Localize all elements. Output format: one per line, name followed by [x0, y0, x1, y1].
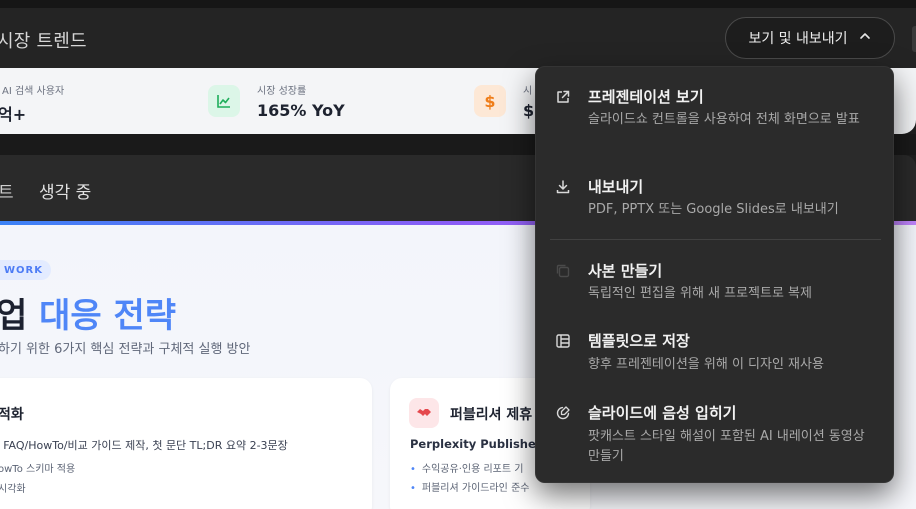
- chevron-up-icon: [858, 29, 872, 47]
- tab-previous[interactable]: 트: [0, 178, 14, 203]
- stat-label: 시장 성장률: [257, 86, 307, 97]
- strategy-card-optimization: 적화 : FAQ/HowTo/비교 가이드 제작, 첫 문단 TL;DR 요약 …: [0, 378, 372, 509]
- menu-item-make-copy[interactable]: 사본 만들기 독립적인 편집을 위해 새 프로젝트로 복제: [536, 247, 895, 315]
- card-title: 퍼블리셔 제휴: [450, 407, 533, 423]
- stat-ai-search-users: AI 검색 사용자 억+: [0, 68, 200, 134]
- card-bullet-text: 수익공유·인용 리포트 기: [421, 464, 524, 475]
- card-bullet: • 수익공유·인용 리포트 기: [410, 460, 523, 475]
- voice-edit-icon: [555, 405, 571, 421]
- stat-market-size: $ 시 $5: [474, 68, 545, 134]
- view-export-label: 보기 및 내보내기: [748, 31, 848, 47]
- card-line: owTo 스키마 적용: [0, 464, 76, 475]
- menu-item-title: 슬라이드에 음성 입히기: [588, 404, 737, 422]
- card-line: : FAQ/HowTo/비교 가이드 제작, 첫 문단 TL;DR 요약 2-3…: [0, 439, 288, 452]
- menu-item-export[interactable]: 내보내기 PDF, PPTX 또는 Google Slides로 내보내기: [536, 165, 895, 233]
- bullet-dot-icon: •: [410, 464, 416, 475]
- external-link-icon: [555, 89, 571, 105]
- top-header: 시장 트렌드 보기 및 내보내기: [0, 0, 916, 68]
- bullet-dot-icon: •: [410, 483, 416, 494]
- download-icon: [555, 179, 571, 195]
- app-root: 시장 트렌드 보기 및 내보내기 AI 검색 사용자 억+ 시장 성장률 165…: [0, 0, 916, 509]
- menu-divider: [550, 239, 881, 240]
- template-icon: [555, 333, 571, 349]
- handshake-icon: [409, 398, 439, 428]
- stat-value: 억+: [0, 105, 27, 124]
- tab-thinking[interactable]: 생각 중: [39, 178, 91, 203]
- menu-item-title: 템플릿으로 저장: [588, 332, 690, 350]
- card-subtitle: Perplexity Publishers: [410, 437, 549, 451]
- window-top-strip: [0, 0, 916, 8]
- menu-item-desc: 슬라이드쇼 컨트롤을 사용하여 전체 화면으로 발표: [588, 112, 860, 127]
- menu-item-voice-over[interactable]: 슬라이드에 음성 입히기 팟캐스트 스타일 해설이 포함된 AI 내레이션 동영…: [536, 393, 895, 479]
- card-title: 적화: [0, 407, 24, 423]
- page-title: 시장 트렌드: [0, 31, 87, 52]
- stat-label: 시: [523, 86, 533, 97]
- card-line: 시각화: [0, 484, 26, 495]
- menu-item-desc: PDF, PPTX 또는 Google Slides로 내보내기: [588, 202, 839, 217]
- section-badge: WORK: [0, 260, 51, 280]
- menu-item-title: 내보내기: [588, 178, 644, 196]
- header-edge-button[interactable]: [912, 26, 916, 52]
- view-export-button[interactable]: 보기 및 내보내기: [725, 17, 895, 59]
- chart-up-icon: [208, 85, 240, 117]
- dollar-icon: $: [474, 85, 506, 117]
- slide-headline: 업 대응 전략: [0, 288, 176, 337]
- menu-item-desc: 향후 프레젠테이션을 위해 이 디자인 재사용: [588, 357, 824, 372]
- stat-market-growth: 시장 성장률 165% YoY: [208, 68, 468, 134]
- slide-subtitle: 하기 위한 6가지 핵심 전략과 구체적 실행 방안: [0, 342, 251, 357]
- menu-item-desc: 팟캐스트 스타일 해설이 포함된 AI 내레이션 동영상 만들기: [588, 429, 865, 464]
- menu-item-title: 프레젠테이션 보기: [588, 88, 704, 106]
- stat-value: 165% YoY: [257, 101, 345, 120]
- menu-item-save-template[interactable]: 템플릿으로 저장 향후 프레젠테이션을 위해 이 디자인 재사용: [536, 321, 895, 385]
- card-bullet-text: 퍼블리셔 가이드라인 준수: [421, 483, 530, 494]
- headline-dark-text: 업: [0, 296, 40, 336]
- menu-item-title: 사본 만들기: [588, 262, 663, 280]
- card-bullet: • 퍼블리셔 가이드라인 준수: [410, 479, 529, 494]
- menu-item-desc: 독립적인 편집을 위해 새 프로젝트로 복제: [588, 286, 812, 301]
- stat-label: AI 검색 사용자: [2, 86, 65, 97]
- copy-icon: [555, 263, 571, 279]
- headline-accent-text: 대응 전략: [39, 296, 177, 336]
- menu-item-view-presentation[interactable]: 프레젠테이션 보기 슬라이드쇼 컨트롤을 사용하여 전체 화면으로 발표: [536, 67, 895, 155]
- view-export-menu: 프레젠테이션 보기 슬라이드쇼 컨트롤을 사용하여 전체 화면으로 발표 내보내…: [535, 66, 894, 483]
